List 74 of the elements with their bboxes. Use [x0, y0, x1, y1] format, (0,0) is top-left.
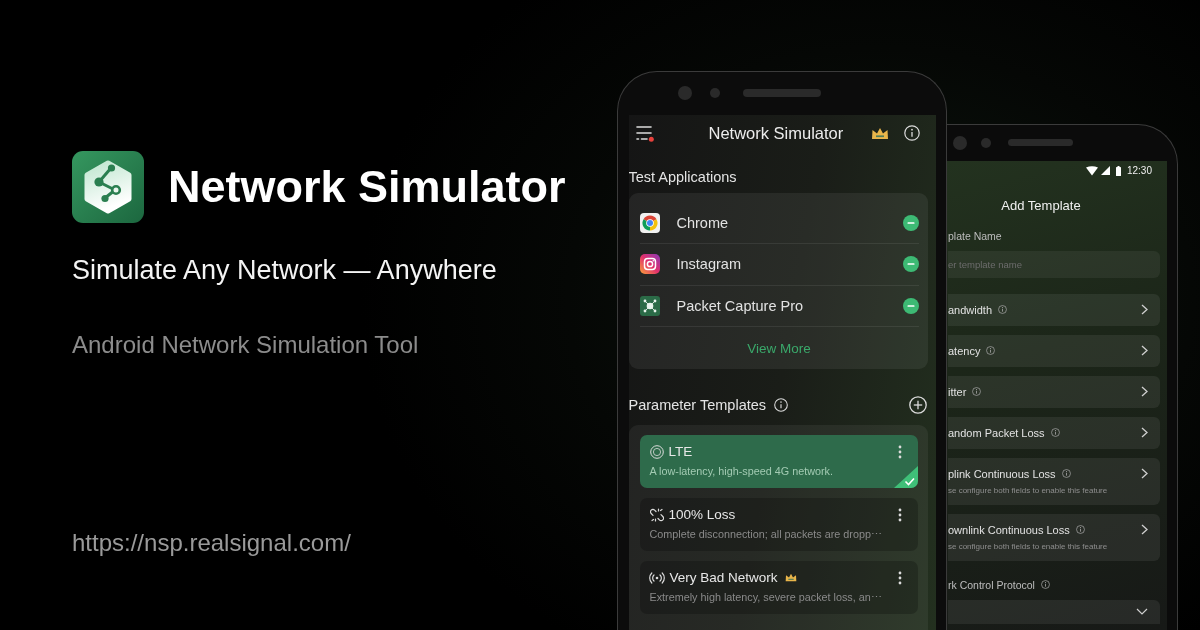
sensor-icon — [709, 88, 720, 99]
camera-icon — [953, 135, 967, 150]
app-name: Packet Capture Pro — [676, 297, 804, 314]
info-icon[interactable] — [904, 125, 921, 141]
subtitle: Android Network Simulation Tool — [72, 330, 419, 360]
menu-icon[interactable] — [635, 124, 654, 142]
signal-icon — [1100, 166, 1110, 175]
section-heading: Test Applications — [628, 167, 737, 186]
more-icon[interactable] — [897, 444, 902, 459]
chevron-down-icon — [1136, 608, 1148, 615]
template-name: 100% Loss — [668, 507, 736, 522]
speaker-slot — [1008, 139, 1073, 147]
app-name: Chrome — [676, 214, 729, 231]
setting-row[interactable]: plink Continuous Loss se configure both fields to enable this feature — [948, 457, 1160, 505]
info-icon[interactable] — [1040, 580, 1050, 589]
website-url: https://nsp.realsignal.com/ — [72, 528, 351, 558]
wifi-icon — [1085, 165, 1098, 176]
chevron-right-icon — [1141, 524, 1148, 535]
scan-frame-icon — [639, 295, 660, 316]
field-label: rk Control Protocol — [948, 578, 1035, 591]
setting-hint: se configure both fields to enable this feature — [948, 540, 1108, 553]
chrome-icon — [639, 212, 660, 233]
setting-label: itter — [948, 385, 967, 398]
app-title: Network Simulator — [708, 123, 844, 143]
chevron-right-icon — [1141, 345, 1148, 356]
battery-icon — [1115, 165, 1121, 176]
chevron-right-icon — [1141, 386, 1148, 397]
instagram-icon — [639, 254, 660, 275]
template-description: Extremely high latency, severe packet loss, an⋯ — [649, 589, 882, 604]
setting-row[interactable]: andom Packet Loss — [948, 416, 1160, 449]
setting-row[interactable]: atency — [948, 334, 1160, 367]
setting-row[interactable]: andwidth — [948, 293, 1160, 326]
more-icon[interactable] — [897, 507, 902, 522]
setting-label: ownlink Continuous Loss — [948, 523, 1070, 536]
setting-label: andom Packet Loss — [948, 426, 1045, 439]
template-card[interactable]: LTE A low-latency, high-speed 4G network. — [639, 434, 918, 488]
dropdown-field[interactable] — [948, 599, 1160, 624]
setting-row[interactable]: itter — [948, 375, 1160, 408]
info-icon[interactable] — [774, 397, 789, 412]
crown-icon[interactable] — [871, 126, 890, 140]
setting-label: andwidth — [948, 303, 993, 316]
setting-label: plink Continuous Loss — [948, 467, 1056, 480]
more-icon[interactable] — [897, 570, 902, 585]
check-corner-icon — [893, 465, 918, 488]
field-label: plate Name — [948, 228, 1002, 243]
view-more-link[interactable]: View More — [747, 340, 811, 356]
template-name: Very Bad Network — [669, 570, 778, 585]
chevron-right-icon — [1141, 468, 1148, 479]
template-card[interactable]: Very Bad Network Extremely high latency, severe packet loss, an⋯ — [639, 560, 918, 614]
section-heading: Parameter Templates — [628, 396, 767, 413]
chevron-right-icon — [1141, 427, 1148, 438]
sensor-icon — [981, 137, 991, 148]
clock-time: 12:30 — [1126, 165, 1152, 176]
add-icon[interactable] — [908, 395, 927, 414]
remove-icon[interactable] — [902, 297, 919, 314]
app-name: Instagram — [676, 256, 741, 273]
broken-link-icon — [649, 507, 664, 522]
ring-icon — [649, 444, 664, 459]
setting-row[interactable]: ownlink Continuous Loss se configure both fields to enable this feature — [948, 513, 1160, 561]
brand-title: Network Simulator — [168, 161, 566, 213]
broadcast-icon — [648, 571, 665, 584]
screen-title: Add Template — [1000, 196, 1082, 215]
app-logo-icon — [72, 151, 144, 223]
camera-icon — [677, 86, 692, 101]
template-name: LTE — [668, 444, 693, 459]
template-description: A low-latency, high-speed 4G network. — [649, 463, 833, 478]
setting-label: atency — [948, 344, 981, 357]
setting-hint: se configure both fields to enable this feature — [948, 484, 1108, 497]
template-card[interactable]: 100% Loss Complete disconnection; all packets are dropp⋯ — [639, 497, 918, 551]
template-description: Complete disconnection; all packets are dropp⋯ — [649, 526, 882, 541]
remove-icon[interactable] — [902, 214, 919, 231]
chevron-right-icon — [1141, 304, 1148, 315]
remove-icon[interactable] — [902, 256, 919, 273]
tagline: Simulate Any Network — Anywhere — [72, 254, 497, 286]
